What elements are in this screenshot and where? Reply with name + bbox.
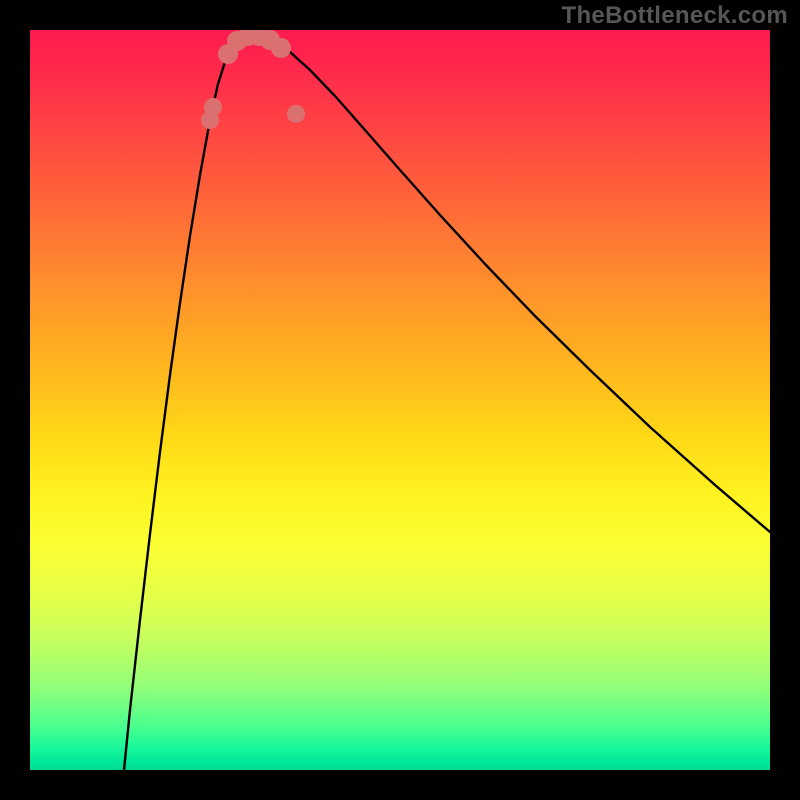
pink-markers: [201, 30, 305, 129]
chart-frame: TheBottleneck.com: [0, 0, 800, 800]
right-curve: [248, 30, 770, 532]
marker-dot: [287, 105, 305, 123]
marker-dot: [271, 38, 291, 58]
curve-layer: [30, 30, 770, 770]
left-curve: [124, 30, 248, 770]
watermark-text: TheBottleneck.com: [562, 2, 788, 30]
marker-dot: [204, 98, 222, 116]
plot-area: [30, 30, 770, 770]
